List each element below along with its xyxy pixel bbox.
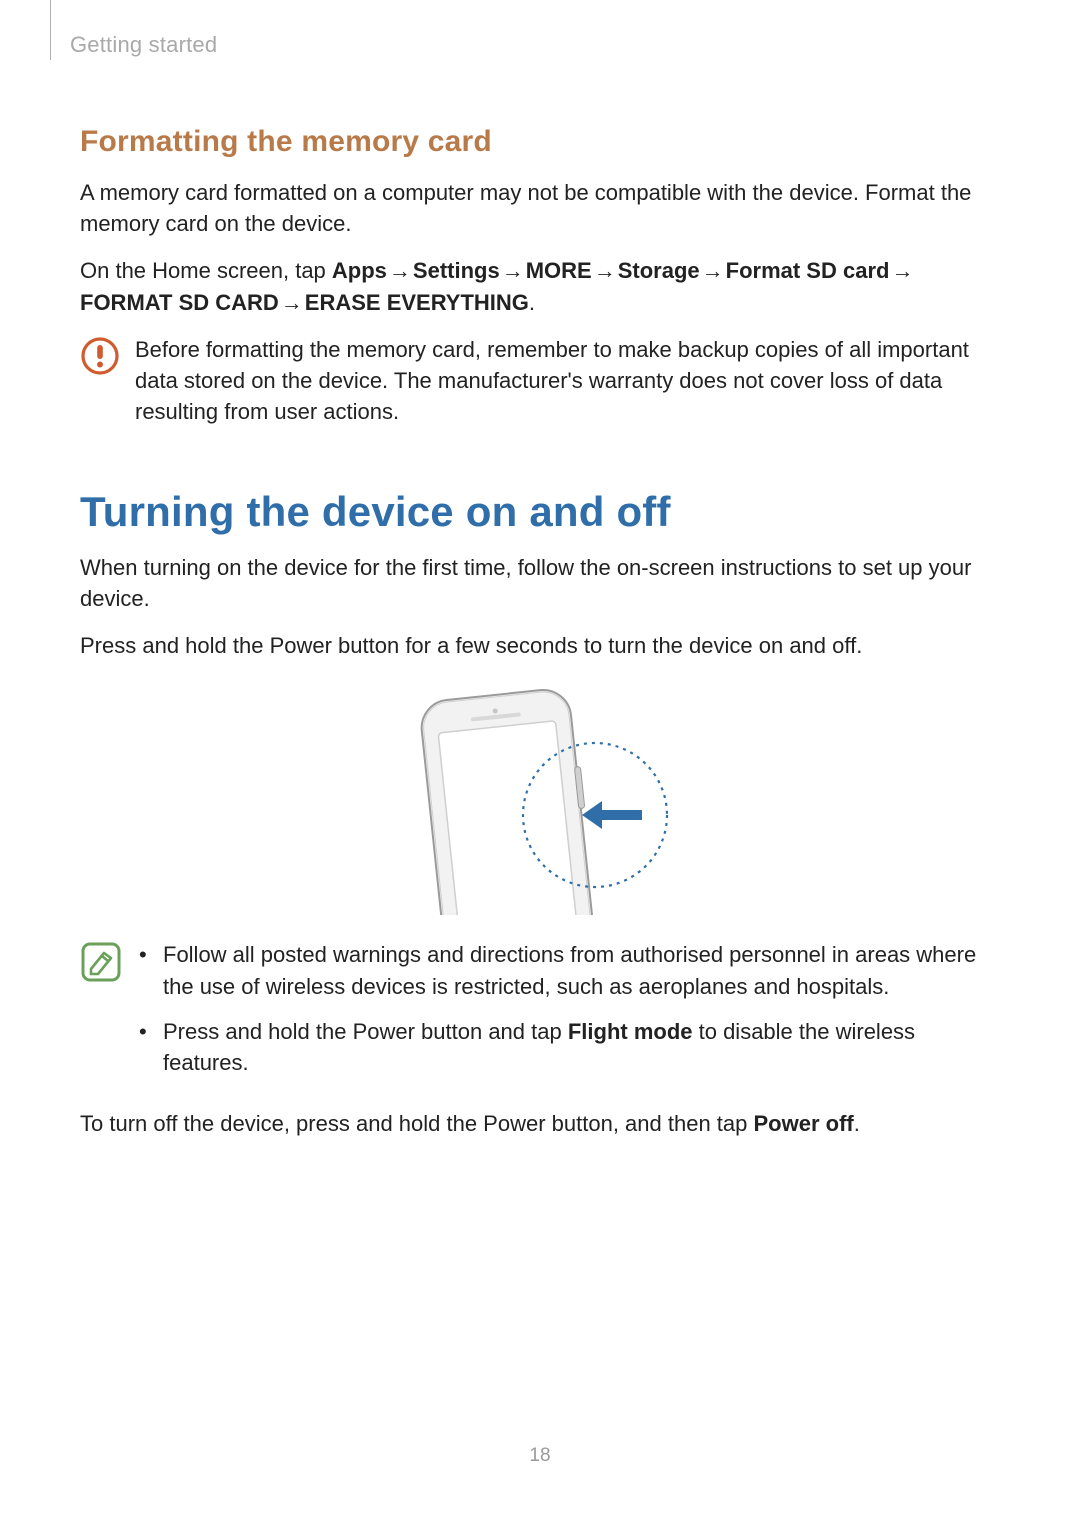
- note-icon: [80, 941, 122, 983]
- page: Getting started Formatting the memory ca…: [0, 0, 1080, 1527]
- note-text: Follow all posted warnings and direction…: [135, 939, 1000, 1092]
- arrow-icon: →: [592, 255, 618, 286]
- heading-turning-device-on-off: Turning the device on and off: [80, 488, 1000, 536]
- breadcrumb: Getting started: [70, 32, 217, 58]
- heading-formatting-memory-card: Formatting the memory card: [80, 125, 1000, 159]
- note-bullet-flight-mode: Press and hold the Power button and tap …: [135, 1016, 1000, 1078]
- nav-suffix: .: [529, 290, 535, 315]
- flight-mode-bold: Flight mode: [568, 1019, 693, 1044]
- nav-step: Storage: [618, 258, 700, 283]
- note-bullet-warnings: Follow all posted warnings and direction…: [135, 939, 1000, 1001]
- device-illustration-wrap: [80, 685, 1000, 915]
- note-bullet-list: Follow all posted warnings and direction…: [135, 939, 1000, 1078]
- power-button-paragraph: Press and hold the Power button for a fe…: [80, 630, 1000, 661]
- arrow-icon: →: [500, 255, 526, 286]
- nav-step: Apps: [332, 258, 387, 283]
- note-icon-col: [80, 939, 135, 988]
- nav-step: MORE: [526, 258, 592, 283]
- arrow-icon: [582, 801, 642, 829]
- header-rule: [50, 0, 51, 60]
- caution-paragraph: Before formatting the memory card, remem…: [135, 334, 1000, 428]
- caution-text: Before formatting the memory card, remem…: [135, 334, 1000, 428]
- power-off-bold: Power off: [754, 1111, 854, 1136]
- arrow-icon: →: [700, 255, 726, 286]
- caution-block: Before formatting the memory card, remem…: [80, 334, 1000, 428]
- power-off-post: .: [854, 1111, 860, 1136]
- device-power-button-illustration: [410, 685, 670, 915]
- page-header: Getting started: [80, 30, 1000, 70]
- nav-prefix: On the Home screen, tap: [80, 258, 332, 283]
- power-off-paragraph: To turn off the device, press and hold t…: [80, 1108, 1000, 1139]
- turn-on-first-time-paragraph: When turning on the device for the first…: [80, 552, 1000, 614]
- caution-icon-col: [80, 334, 135, 381]
- nav-step: ERASE EVERYTHING: [305, 290, 529, 315]
- formatting-intro-paragraph: A memory card formatted on a computer ma…: [80, 177, 1000, 239]
- arrow-icon: →: [889, 255, 915, 286]
- note-block: Follow all posted warnings and direction…: [80, 939, 1000, 1092]
- power-off-pre: To turn off the device, press and hold t…: [80, 1111, 754, 1136]
- caution-icon: [80, 336, 120, 376]
- nav-step: Settings: [413, 258, 500, 283]
- nav-step: FORMAT SD CARD: [80, 290, 279, 315]
- formatting-nav-path: On the Home screen, tap Apps → Settings …: [80, 255, 1000, 317]
- page-number: 18: [0, 1445, 1080, 1467]
- flight-mode-pre: Press and hold the Power button and tap: [163, 1019, 568, 1044]
- arrow-icon: →: [387, 255, 413, 286]
- nav-step: Format SD card: [726, 258, 890, 283]
- arrow-icon: →: [279, 287, 305, 318]
